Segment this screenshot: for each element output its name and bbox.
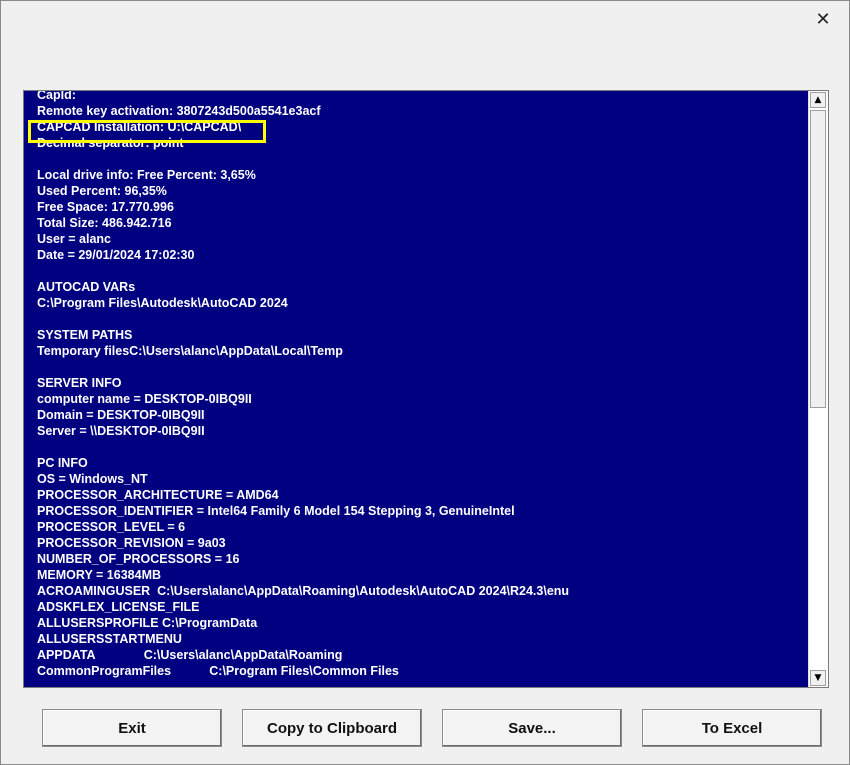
info-line: ALLUSERSPROFILE C:\ProgramData: [37, 616, 258, 630]
info-line: Server = \\DESKTOP-0IBQ9II: [37, 424, 205, 438]
info-line: PROCESSOR_ARCHITECTURE = AMD64: [37, 488, 279, 502]
to-excel-button[interactable]: To Excel: [642, 709, 822, 747]
info-text-area[interactable]: CapId: Remote key activation: 3807243d500…: [24, 91, 809, 687]
info-line: AUTOCAD VARs: [37, 280, 136, 294]
info-line: ADSKFLEX_LICENSE_FILE: [37, 600, 200, 614]
info-line: SERVER INFO: [37, 376, 122, 390]
info-line: C:\Program Files\Autodesk\AutoCAD 2024: [37, 296, 288, 310]
scroll-thumb[interactable]: [810, 110, 826, 408]
copy-to-clipboard-button[interactable]: Copy to Clipboard: [242, 709, 422, 747]
info-line: PC INFO: [37, 456, 88, 470]
info-dialog: ✕ CapId: Remote key activation: 3807243d5…: [0, 0, 850, 765]
info-line: NUMBER_OF_PROCESSORS = 16: [37, 552, 240, 566]
info-line: Used Percent: 96,35%: [37, 184, 167, 198]
info-line: Temporary filesC:\Users\alanc\AppData\Lo…: [37, 344, 343, 358]
info-line: Local drive info: Free Percent: 3,65%: [37, 168, 256, 182]
info-line: Decimal separator: point: [37, 136, 184, 150]
info-line: OS = Windows_NT: [37, 472, 148, 486]
info-line: computer name = DESKTOP-0IBQ9II: [37, 392, 252, 406]
info-line: PROCESSOR_IDENTIFIER = Intel64 Family 6 …: [37, 504, 515, 518]
info-line: CommonProgramFiles C:\Program Files\Comm…: [37, 664, 399, 678]
vertical-scrollbar[interactable]: ▲ ▼: [808, 91, 828, 687]
exit-button[interactable]: Exit: [42, 709, 222, 747]
info-line: ALLUSERSSTARTMENU: [37, 632, 182, 646]
info-line: CapId:: [37, 91, 76, 102]
info-line: Total Size: 486.942.716: [37, 216, 172, 230]
scroll-up-icon[interactable]: ▲: [810, 92, 826, 108]
info-line: MEMORY = 16384MB: [37, 568, 162, 582]
info-line: Date = 29/01/2024 17:02:30: [37, 248, 195, 262]
info-line: Remote key activation: 3807243d500a5541e…: [37, 104, 321, 118]
info-line: PROCESSOR_REVISION = 9a03: [37, 536, 226, 550]
info-line: SYSTEM PATHS: [37, 328, 133, 342]
close-icon[interactable]: ✕: [813, 11, 833, 31]
info-line: User = alanc: [37, 232, 112, 246]
scroll-down-icon[interactable]: ▼: [810, 670, 826, 686]
info-line: Domain = DESKTOP-0IBQ9II: [37, 408, 205, 422]
info-line: APPDATA C:\Users\alanc\AppData\Roaming: [37, 648, 343, 662]
info-textbox[interactable]: CapId: Remote key activation: 3807243d500…: [23, 90, 829, 688]
save-button[interactable]: Save...: [442, 709, 622, 747]
info-line: Free Space: 17.770.996: [37, 200, 174, 214]
info-line: ACROAMINGUSER C:\Users\alanc\AppData\Roa…: [37, 584, 570, 598]
info-line: PROCESSOR_LEVEL = 6: [37, 520, 186, 534]
info-line: CAPCAD Installation: U:\CAPCAD\: [37, 120, 242, 134]
